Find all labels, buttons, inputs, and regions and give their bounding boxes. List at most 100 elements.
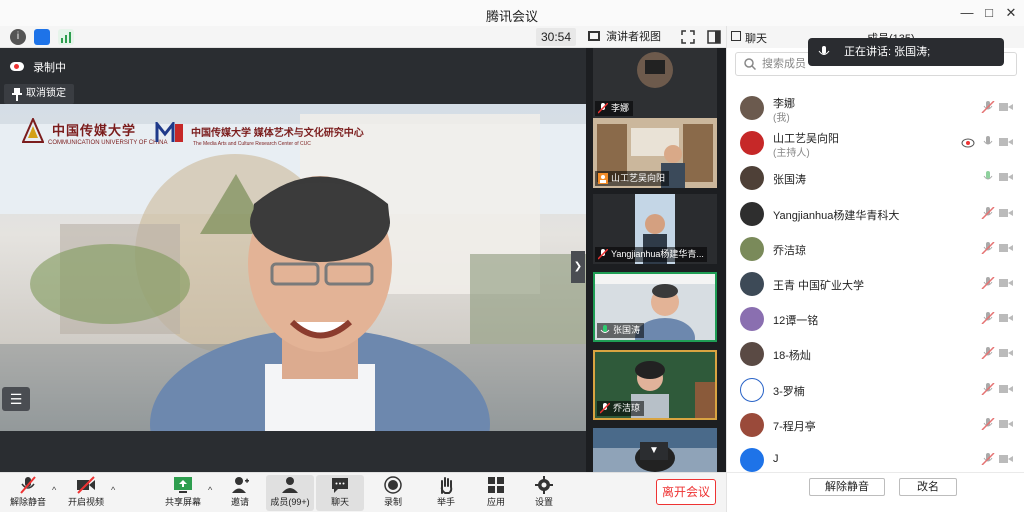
thumbnail-tile[interactable]: 李娜 [593,48,717,118]
minimize-icon[interactable]: — [956,3,978,23]
camera-icon[interactable] [999,101,1013,113]
mic-muted-icon[interactable] [981,241,995,254]
member-name: 18-杨灿 [773,350,811,363]
leave-meeting-button[interactable]: 离开会议 [656,479,716,505]
camera-icon[interactable] [999,453,1013,465]
mic-icon[interactable] [981,136,995,148]
mic-muted-icon[interactable] [981,312,995,325]
title-bar: 腾讯会议 — □ ✕ [0,0,1024,26]
shield-icon[interactable] [34,29,50,45]
record-icon [384,476,402,494]
mic-muted-icon[interactable] [981,382,995,395]
share-screen-label: 共享屏幕 [164,497,201,507]
center-logo-text: 中国传媒大学 媒体艺术与文化研究中心 [191,128,364,139]
mic-icon[interactable] [981,171,995,183]
thumbnail-tile-active-speaker[interactable]: 张国涛 [593,272,717,342]
member-name: 3-罗楠 [773,385,805,398]
unmute-button[interactable]: 解除静音 [4,475,52,511]
video-options-chevron-icon[interactable]: ^ [111,485,115,495]
gear-icon [535,476,553,494]
member-row[interactable]: 山工艺吴向阳 (主持人) [727,125,1024,159]
camera-icon[interactable] [999,136,1013,148]
mic-muted-icon[interactable] [981,417,995,430]
thumbnail-tile[interactable]: 山工艺吴向阳 [593,118,717,188]
member-row[interactable]: Yangjianhua杨建华青科大 [727,196,1024,230]
settings-button[interactable]: 设置 [520,475,568,511]
mic-active-icon [600,325,610,333]
mic-muted-icon[interactable] [981,277,995,289]
member-name: 张国涛 [773,174,806,187]
camera-icon[interactable] [999,347,1013,359]
cloud-record-icon [961,138,975,148]
start-video-button[interactable]: 开启视频 [62,475,110,511]
avatar [740,236,764,261]
main-video[interactable]: 录制中 取消锁定 中国传媒大学 COMMUNICATION UNIVERSITY… [0,48,586,472]
participant-thumbnails: 李娜 山工艺吴向阳 Yangjianhua杨建华青... 张国涛 乔洁琼 [586,48,726,472]
mic-muted-icon[interactable] [981,101,995,113]
info-icon[interactable]: i [10,29,26,45]
thumbnail-tile[interactable]: Yangjianhua杨建华青... [593,194,717,264]
pin-icon [12,87,22,101]
invite-button[interactable]: 邀请 [216,475,264,511]
avatar [740,307,764,332]
avatar [740,448,764,472]
camera-off-icon [77,476,95,494]
chat-label: 聊天 [330,497,349,507]
thumbnail-name: 山工艺吴向阳 [611,173,666,183]
camera-icon[interactable] [999,418,1013,430]
camera-icon[interactable] [999,383,1013,395]
share-screen-button[interactable]: 共享屏幕 [159,475,207,511]
mic-muted-icon[interactable] [981,206,995,219]
raise-hand-label: 举手 [436,497,455,507]
rename-button[interactable]: 改名 [899,478,957,496]
raise-hand-button[interactable]: 举手 [422,475,470,511]
sidebar-toggle-icon[interactable] [706,29,722,45]
camera-icon[interactable] [999,242,1013,254]
member-row[interactable]: 12谭一铭 [727,301,1024,335]
member-row[interactable]: 李娜 (我) [727,90,1024,124]
camera-icon[interactable] [999,277,1013,289]
member-row[interactable]: 7-程月亭 [727,407,1024,441]
camera-icon[interactable] [999,312,1013,324]
invite-label: 邀请 [230,497,249,507]
members-button[interactable]: 成员(99+) [266,475,314,511]
chat-tab-icon [731,31,741,41]
thumbnail-tile[interactable]: 乔洁琼 [593,350,717,420]
member-row[interactable]: 18-杨灿 [727,336,1024,370]
unlock-label: 取消锁定 [26,88,66,99]
start-video-label: 开启视频 [67,497,104,507]
member-row[interactable]: 3-罗楠 [727,372,1024,406]
audio-options-chevron-icon[interactable]: ^ [52,485,56,495]
tab-chat[interactable]: 聊天 [745,30,767,46]
cuc-logo-emblem [21,116,45,144]
speaking-text: 正在讲话: 张国涛; [844,46,931,58]
member-row[interactable]: 张国涛 [727,160,1024,194]
list-icon[interactable]: ☰ [2,387,30,411]
unlock-button[interactable]: 取消锁定 [4,84,74,104]
mic-muted-icon[interactable] [981,347,995,360]
signal-icon[interactable] [58,29,74,45]
mic-muted-icon[interactable] [981,453,995,465]
record-button[interactable]: 录制 [369,475,417,511]
camera-icon[interactable] [999,207,1013,219]
member-row[interactable]: J [727,442,1024,476]
apps-button[interactable]: 应用 [472,475,520,511]
member-row[interactable]: 乔洁琼 [727,231,1024,265]
chat-button[interactable]: 聊天 [316,475,364,511]
fullscreen-icon[interactable] [680,29,696,45]
avatar [740,412,764,437]
member-row[interactable]: 王青 中国矿业大学 [727,266,1024,300]
thumbnail-name: Yangjianhua杨建华青... [611,249,704,259]
expand-thumbnails-button[interactable]: ❯ [571,251,585,283]
share-options-chevron-icon[interactable]: ^ [208,485,212,495]
thumbnails-scroll-down-icon[interactable]: ▼ [640,442,668,460]
center-logo-subtext: The Media Arts and Culture Research Cent… [193,141,311,147]
close-icon[interactable]: ✕ [1000,3,1022,23]
recording-label: 录制中 [33,62,67,74]
record-label: 录制 [383,497,402,507]
maximize-icon[interactable]: □ [978,3,1000,23]
unmute-all-button[interactable]: 解除静音 [809,478,885,496]
member-name: 12谭一铭 [773,315,819,328]
view-mode-button[interactable]: 演讲者视图 ▼ [584,28,676,60]
camera-icon[interactable] [999,171,1013,183]
